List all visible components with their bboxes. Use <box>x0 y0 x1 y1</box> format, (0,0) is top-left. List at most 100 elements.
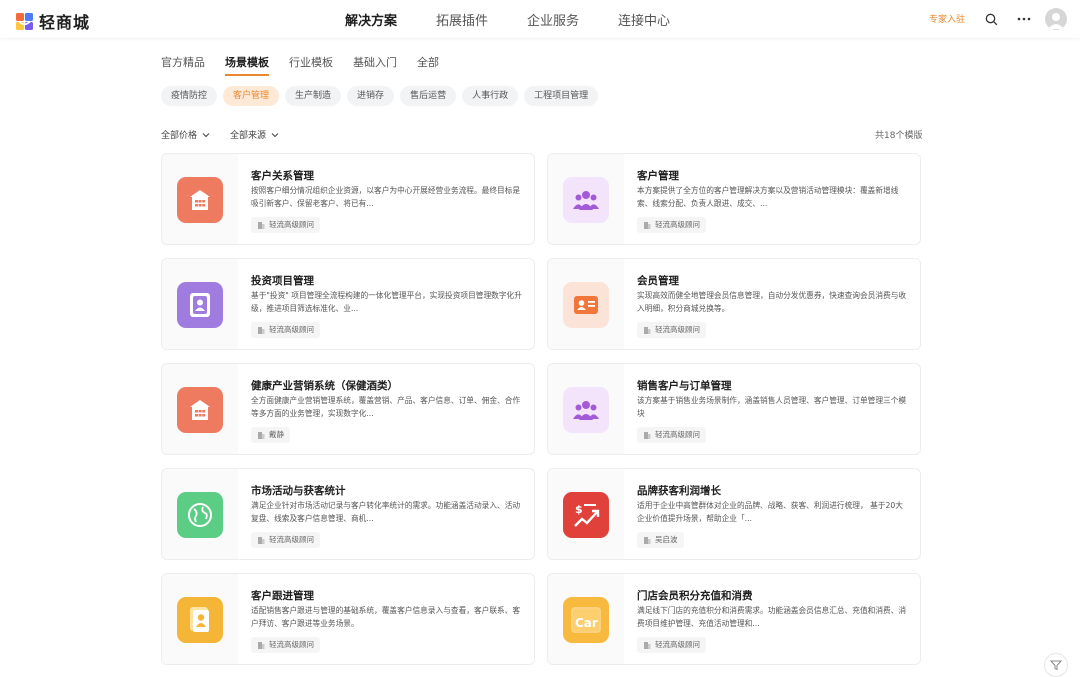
main-nav: 解决方案 拓展插件 企业服务 连接中心 <box>345 0 670 38</box>
logo-icon <box>16 12 33 30</box>
card-icon-area <box>162 364 238 454</box>
template-card[interactable]: 健康产业营销系统（保健酒类） 全方面健康产业营销管理系统，覆盖营销、产品、客户信息… <box>161 363 535 455</box>
template-card[interactable]: 销售客户与订单管理 该方案基于销售业务场景制作，涵盖销售人员管理、客户管理、订单管… <box>547 363 921 455</box>
building-small-icon <box>258 642 265 649</box>
building-small-icon <box>258 432 265 439</box>
template-card[interactable]: 客户跟进管理 适配销售客户跟进与管理的基础系统，覆盖客户信息录入与查看，客户联系、… <box>161 573 535 665</box>
card-title: 市场活动与获客统计 <box>251 485 346 497</box>
card-description: 全方面健康产业营销管理系统，覆盖营销、产品、客户信息、订单、佣金、合作等多方面的… <box>251 396 521 418</box>
card-author-tag: 轻流高级顾问 <box>637 322 706 338</box>
tab-official[interactable]: 官方精品 <box>161 54 205 76</box>
card-icon-area <box>548 364 624 454</box>
people-icon <box>563 177 609 223</box>
building-small-icon <box>644 327 651 334</box>
card-author: 轻流高级顾问 <box>655 325 700 334</box>
card-description: 实现高效而健全地管理会员信息管理，自动分发优惠券，快速查询会员消费与收入明细，积… <box>637 291 907 313</box>
card-author: 轻流高级顾问 <box>655 430 700 439</box>
pill-hr-admin[interactable]: 人事行政 <box>462 86 519 106</box>
chevron-down-icon <box>271 133 279 138</box>
chevron-down-icon <box>202 133 210 138</box>
card-title: 客户关系管理 <box>251 170 314 182</box>
template-card[interactable]: 客户管理本方案提供了全方位的客户管理解决方案以及营销活动管理模块：覆盖新增线索、… <box>547 153 921 245</box>
building-small-icon <box>258 537 265 544</box>
building-small-icon <box>258 222 265 229</box>
price-filter-label: 全部价格 <box>161 131 198 141</box>
tab-scenario-templates[interactable]: 场景模板 <box>225 54 269 76</box>
card-icon-area: $ <box>548 469 624 559</box>
card-description: 满足线下门店的充值积分和消费需求。功能涵盖会员信息汇总、充值和消费、消费项目维护… <box>637 606 907 628</box>
card-author-tag: 轻流高级顾问 <box>251 637 320 653</box>
card-author-tag: 轻流高级顾问 <box>637 427 706 443</box>
template-card[interactable]: 会员管理 实现高效而健全地管理会员信息管理，自动分发优惠券，快速查询会员消费与收入… <box>547 258 921 350</box>
card-author: 轻流高级顾问 <box>269 220 314 229</box>
user-avatar[interactable] <box>1045 8 1067 30</box>
card-title: 客户管理 <box>637 170 679 182</box>
building-small-icon <box>644 222 651 229</box>
category-tabs: 官方精品 场景模板 行业模板 基础入门 全部 <box>161 54 439 76</box>
card-author-tag: 戴静 <box>251 427 290 443</box>
card-author: 轻流高级顾问 <box>269 535 314 544</box>
brand-logo[interactable]: 轻商城 <box>16 9 90 33</box>
top-header: 轻商城 解决方案 拓展插件 企业服务 连接中心 专家入驻 <box>0 0 1080 38</box>
card-author-tag: 轻流高级顾问 <box>251 322 320 338</box>
card-title: 门店会员积分充值和消费 <box>637 590 753 602</box>
card-description: 按照客户细分情况组织企业资源，以客户为中心开展经营业务流程。最终目标是吸引新客户… <box>251 186 521 208</box>
scenario-pills: 疫情防控 客户管理 生产制造 进销存 售后运营 人事行政 工程项目管理 <box>161 86 599 106</box>
nav-item-plugins[interactable]: 拓展插件 <box>436 10 488 29</box>
pill-manufacturing[interactable]: 生产制造 <box>285 86 342 106</box>
card-author-tag: 轻流高级顾问 <box>637 637 706 653</box>
building-icon <box>177 177 223 223</box>
tab-industry-templates[interactable]: 行业模板 <box>289 54 333 76</box>
svg-text:Car: Car <box>575 616 598 630</box>
card-author: 轻流高级顾问 <box>655 640 700 649</box>
nav-item-solutions[interactable]: 解决方案 <box>345 10 397 29</box>
source-filter[interactable]: 全部来源 <box>230 128 279 141</box>
people-icon <box>563 387 609 433</box>
id-card-icon <box>563 282 609 328</box>
source-filter-label: 全部来源 <box>230 131 267 141</box>
more-icon[interactable] <box>1016 11 1032 27</box>
card-icon-area <box>548 154 624 244</box>
building-small-icon <box>644 432 651 439</box>
template-card[interactable]: Car 门店会员积分充值和消费满足线下门店的充值积分和消费需求。功能涵盖会员信息汇… <box>547 573 921 665</box>
card-icon-area <box>162 574 238 664</box>
price-filter[interactable]: 全部价格 <box>161 128 210 141</box>
pill-after-sales[interactable]: 售后运营 <box>400 86 457 106</box>
expert-join-link[interactable]: 专家入驻 <box>929 12 965 25</box>
svg-text:$: $ <box>575 503 583 516</box>
building-small-icon <box>644 537 651 544</box>
template-card[interactable]: $ 品牌获客利润增长 适用于企业中高管群体对企业的品牌、战略、获客、利润进行梳理， … <box>547 468 921 560</box>
card-author: 轻流高级顾问 <box>269 640 314 649</box>
card-icon-area <box>548 259 624 349</box>
search-icon[interactable] <box>983 11 999 27</box>
card-author: 轻流高级顾问 <box>269 325 314 334</box>
card-icon-area <box>162 469 238 559</box>
brand-name: 轻商城 <box>39 13 91 32</box>
building-small-icon <box>644 642 651 649</box>
card-icon-area <box>162 259 238 349</box>
template-card[interactable]: 投资项目管理 基于"投资" 项目管理全流程构建的一体化管理平台，实现投资项目管理数… <box>161 258 535 350</box>
card-title: 健康产业营销系统（保健酒类） <box>251 380 398 392</box>
card-description: 适配销售客户跟进与管理的基础系统，覆盖客户信息录入与查看，客户联系、客户拜访、客… <box>251 606 521 628</box>
pill-epidemic[interactable]: 疫情防控 <box>161 86 218 106</box>
card-description: 本方案提供了全方位的客户管理解决方案以及营销活动管理模块：覆盖新增线索、线索分配… <box>637 186 899 208</box>
building-icon <box>177 387 223 433</box>
tab-all[interactable]: 全部 <box>417 54 439 76</box>
pill-customer-management[interactable]: 客户管理 <box>223 86 280 106</box>
filter-fab[interactable] <box>1044 653 1068 677</box>
card-author-tag: 轻流高级顾问 <box>637 217 706 233</box>
card-description: 满足企业针对市场活动记录与客户转化率统计的需求。功能涵盖活动录入、活动复盘、线索… <box>251 501 521 523</box>
pill-inventory[interactable]: 进销存 <box>347 86 395 106</box>
contact-card-icon <box>177 282 223 328</box>
template-count: 共18个模版 <box>875 131 923 141</box>
card-author-tag: 轻流高级顾问 <box>251 532 320 548</box>
template-card[interactable]: 市场活动与获客统计满足企业针对市场活动记录与客户转化率统计的需求。功能涵盖活动录… <box>161 468 535 560</box>
card-description: 基于"投资" 项目管理全流程构建的一体化管理平台，实现投资项目管理数字化升级，推… <box>251 291 522 313</box>
card-title: 品牌获客利润增长 <box>637 485 721 497</box>
tab-basics[interactable]: 基础入门 <box>353 54 397 76</box>
nav-item-enterprise-services[interactable]: 企业服务 <box>527 10 579 29</box>
pill-engineering[interactable]: 工程项目管理 <box>524 86 599 106</box>
template-card[interactable]: 客户关系管理按照客户细分情况组织企业资源，以客户为中心开展经营业务流程。最终目标… <box>161 153 535 245</box>
card-icon-area <box>162 154 238 244</box>
nav-item-connect-center[interactable]: 连接中心 <box>618 10 670 29</box>
